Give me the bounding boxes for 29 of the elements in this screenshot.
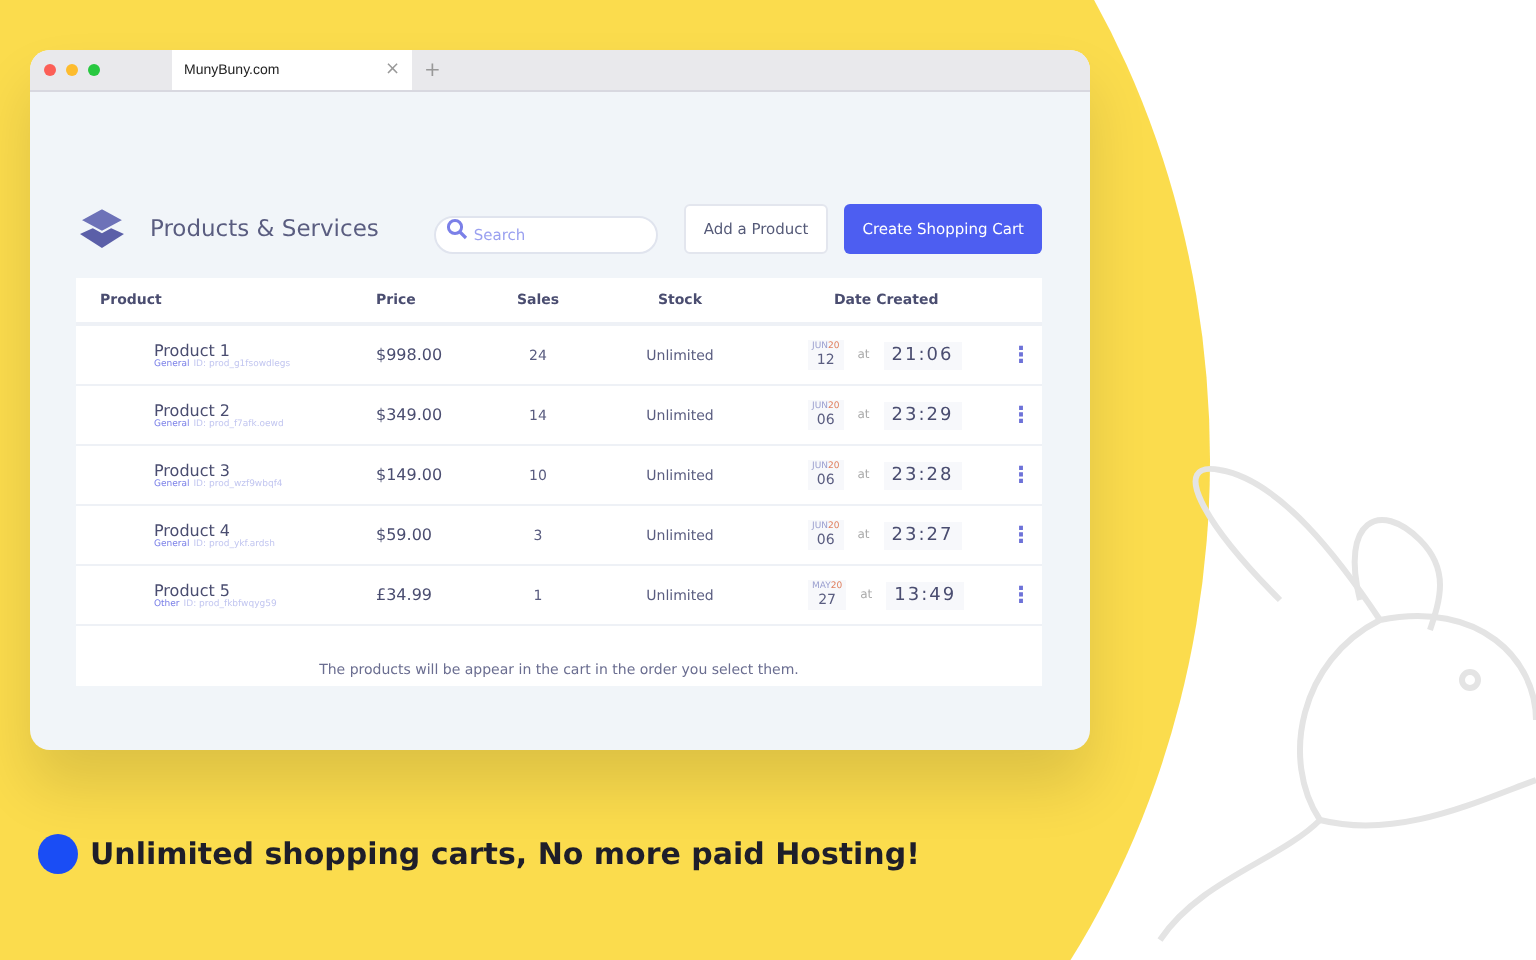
window-minimize-icon[interactable]	[66, 64, 78, 76]
window-close-icon[interactable]	[44, 64, 56, 76]
search-icon	[445, 217, 468, 239]
time-badge: 23:27	[883, 521, 962, 549]
time-badge: 23:29	[883, 401, 962, 429]
more-menu-button[interactable]: ⋮	[1000, 462, 1042, 488]
price-cell-text: $998.00	[376, 346, 445, 364]
more-menu-button[interactable]: ⋮	[1000, 402, 1042, 428]
price-cell-text: £34.99	[376, 586, 434, 604]
product-name: Product 2	[154, 401, 233, 419]
time-badge: 21:06	[883, 341, 962, 369]
new-tab-button[interactable]: +	[424, 60, 441, 82]
product-name: Product 5	[154, 581, 231, 599]
price-cell-text: $59.00	[376, 526, 434, 544]
caption-text: Unlimited shopping carts, No more paid Hosting!	[90, 836, 920, 872]
product-name: Product 4	[154, 521, 233, 539]
layers-icon	[76, 206, 128, 250]
price-cell-text: $149.00	[376, 466, 445, 484]
more-menu-button[interactable]: ⋮	[1000, 582, 1042, 608]
time-badge: 13:49	[886, 581, 965, 609]
product-name: Product 1	[154, 341, 233, 359]
window-maximize-icon[interactable]	[88, 64, 100, 76]
close-tab-button[interactable]: ×	[384, 60, 400, 80]
price-cell-text: $349.00	[376, 406, 445, 424]
more-menu-button[interactable]: ⋮	[1000, 342, 1042, 368]
page-title: Products & Services	[149, 214, 381, 242]
product-name: Product 3	[154, 461, 231, 479]
time-badge: 23:28	[883, 461, 962, 489]
more-menu-button[interactable]: ⋮	[1000, 522, 1042, 548]
